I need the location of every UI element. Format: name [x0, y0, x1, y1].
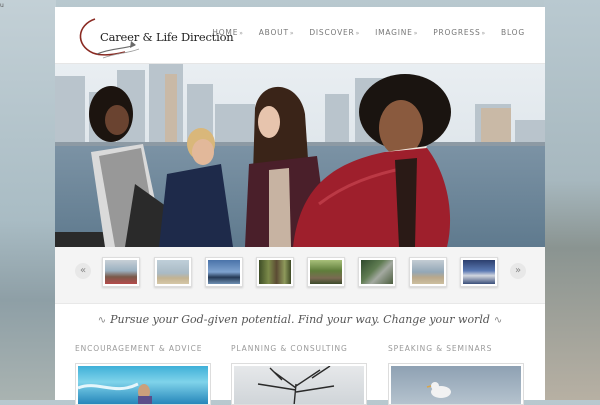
page-container: Career & Life Direction HOME» ABOUT» DIS…: [55, 7, 545, 405]
site-logo[interactable]: Career & Life Direction: [73, 15, 234, 59]
nav-blog[interactable]: BLOG: [501, 28, 525, 37]
nav-discover[interactable]: DISCOVER»: [309, 28, 360, 37]
carousel-thumbnail-7[interactable]: [409, 257, 447, 287]
nav-discover-arrow-icon: »: [355, 30, 361, 37]
carousel-thumbnail-2[interactable]: [154, 257, 192, 287]
corner-mark: u: [0, 2, 4, 9]
tagline: ∿ Pursue your God-given potential. Find y…: [55, 313, 545, 326]
left-ornament-icon: ∿: [97, 315, 107, 326]
nav-about-arrow-icon: »: [289, 30, 295, 37]
column-title-speaking[interactable]: SPEAKING & SEMINARS: [388, 344, 492, 353]
column-image-encouragement[interactable]: [75, 363, 211, 405]
background-right: [544, 0, 600, 400]
tagline-text: Pursue your God-given potential. Find yo…: [110, 313, 490, 326]
carousel-thumbnail-5[interactable]: [307, 257, 345, 287]
column-image-speaking[interactable]: [388, 363, 524, 405]
carousel-thumbnail-1[interactable]: [102, 257, 140, 287]
nav-about[interactable]: ABOUT»: [259, 28, 295, 37]
carousel-prev-button[interactable]: «: [75, 263, 91, 279]
nav-imagine-arrow-icon: »: [413, 30, 419, 37]
main-nav: HOME» ABOUT» DISCOVER» IMAGINE» PROGRESS…: [212, 28, 525, 37]
carousel-thumbnail-3[interactable]: [205, 257, 243, 287]
background-left: [0, 0, 56, 400]
hero-image: [55, 64, 545, 247]
site-header: Career & Life Direction HOME» ABOUT» DIS…: [55, 7, 545, 64]
carousel-next-button[interactable]: »: [510, 263, 526, 279]
column-title-encouragement[interactable]: ENCOURAGEMENT & ADVICE: [75, 344, 202, 353]
carousel-thumbnail-8[interactable]: [460, 257, 498, 287]
nav-progress-arrow-icon: »: [481, 30, 487, 37]
nav-progress[interactable]: PROGRESS»: [433, 28, 486, 37]
thumbnail-carousel: « »: [55, 247, 545, 304]
column-image-planning[interactable]: [231, 363, 367, 405]
right-ornament-icon: ∿: [493, 315, 503, 326]
nav-home-arrow-icon: »: [239, 30, 244, 37]
carousel-thumbnail-4[interactable]: [256, 257, 294, 287]
carousel-thumbnail-6[interactable]: [358, 257, 396, 287]
nav-home[interactable]: HOME»: [212, 28, 243, 37]
column-title-planning[interactable]: PLANNING & CONSULTING: [231, 344, 348, 353]
nav-imagine[interactable]: IMAGINE»: [375, 28, 418, 37]
